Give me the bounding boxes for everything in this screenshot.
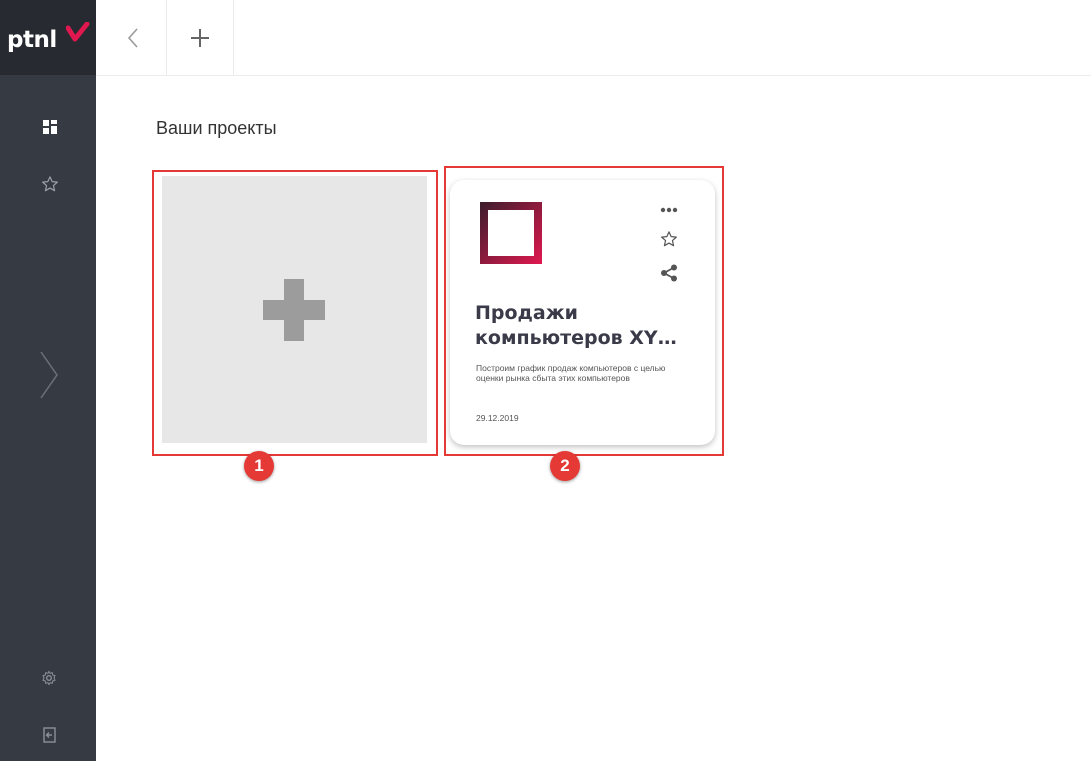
settings-icon[interactable]: [41, 670, 57, 686]
chevron-right-icon[interactable]: [38, 350, 60, 400]
annotation-badge-1: 1: [244, 451, 274, 481]
back-button[interactable]: [100, 0, 166, 75]
logout-icon[interactable]: [42, 727, 57, 743]
highlight-project-card: [444, 166, 724, 456]
plus-icon: [191, 28, 209, 47]
sidebar: ptnl: [0, 0, 96, 761]
logo-text: ptnl: [7, 27, 57, 53]
top-bar: [96, 0, 1091, 76]
logo[interactable]: ptnl: [0, 0, 96, 75]
logo-check-icon: [66, 22, 90, 42]
page-title: Ваши проекты: [156, 118, 277, 138]
add-project-button[interactable]: [166, 0, 234, 75]
dashboard-icon[interactable]: [43, 120, 57, 134]
star-icon[interactable]: [41, 175, 59, 193]
highlight-new-project: [152, 170, 438, 456]
annotation-badge-2: 2: [550, 451, 580, 481]
chevron-left-icon: [127, 27, 138, 48]
